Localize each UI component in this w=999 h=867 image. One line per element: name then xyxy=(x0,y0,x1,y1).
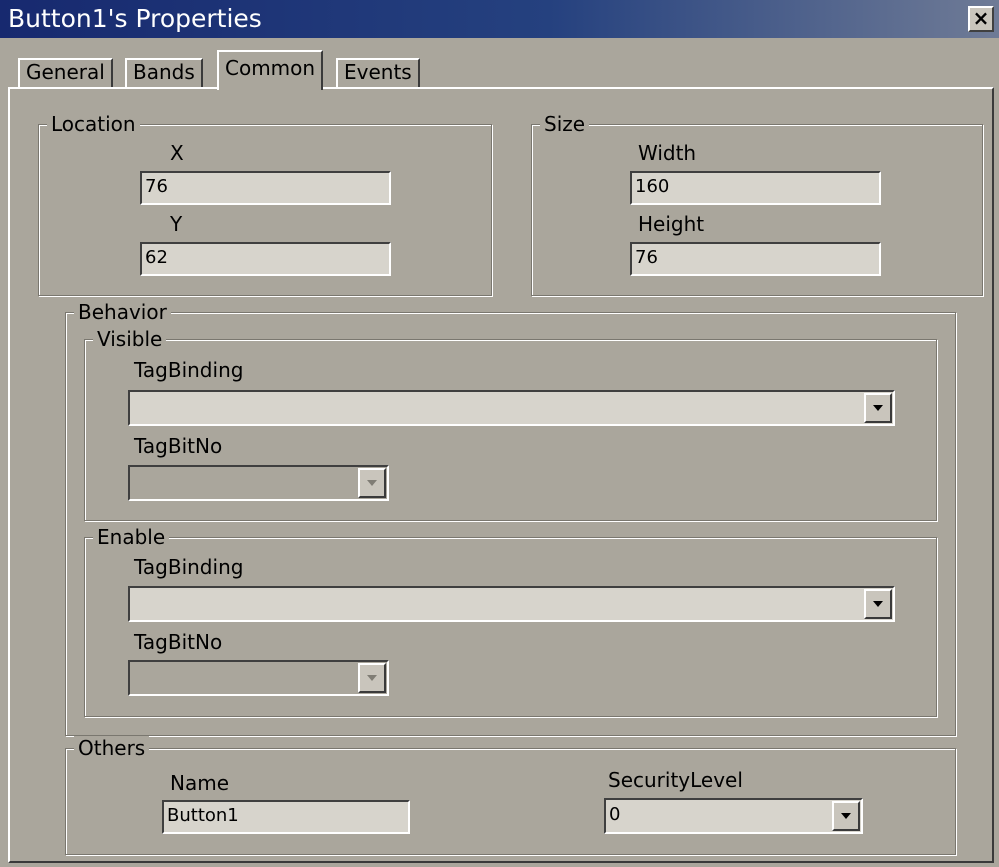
security-level-label: SecurityLevel xyxy=(608,768,743,792)
enable-group-label: Enable xyxy=(93,525,170,549)
tab-events[interactable]: Events xyxy=(336,58,420,88)
visible-tagbitno-dropdown-button[interactable] xyxy=(358,468,386,498)
visible-tagbitno-label: TagBitNo xyxy=(134,434,223,458)
y-label: Y xyxy=(170,212,183,236)
chevron-down-icon xyxy=(367,675,377,681)
visible-tagbinding-combo[interactable] xyxy=(128,390,895,426)
height-label: Height xyxy=(638,212,705,236)
chevron-down-icon xyxy=(873,601,883,607)
tab-common[interactable]: Common xyxy=(217,50,324,90)
size-group-label: Size xyxy=(540,112,590,136)
location-group-label: Location xyxy=(47,112,140,136)
name-label: Name xyxy=(170,771,230,795)
visible-tagbitno-combo[interactable] xyxy=(128,465,389,501)
visible-group-label: Visible xyxy=(93,327,167,351)
x-field[interactable]: 76 xyxy=(140,171,391,205)
tab-bands[interactable]: Bands xyxy=(125,58,203,88)
security-level-dropdown-button[interactable] xyxy=(832,801,860,831)
security-level-value: 0 xyxy=(609,804,621,825)
enable-tagbinding-label: TagBinding xyxy=(134,555,244,579)
height-field[interactable]: 76 xyxy=(630,242,881,276)
name-field[interactable]: Button1 xyxy=(162,800,410,834)
title-bar[interactable]: Button1's Properties × xyxy=(0,0,999,38)
y-field[interactable]: 62 xyxy=(140,242,391,276)
close-button[interactable]: × xyxy=(968,6,994,32)
security-level-combo[interactable]: 0 xyxy=(604,798,863,834)
chevron-down-icon xyxy=(841,813,851,819)
others-group-label: Others xyxy=(74,736,150,760)
window-title: Button1's Properties xyxy=(8,4,262,33)
enable-tagbinding-dropdown-button[interactable] xyxy=(864,589,892,619)
close-icon: × xyxy=(972,6,990,30)
x-label: X xyxy=(170,141,184,165)
visible-tagbinding-dropdown-button[interactable] xyxy=(864,393,892,423)
enable-tagbitno-dropdown-button[interactable] xyxy=(358,663,386,693)
width-label: Width xyxy=(638,141,697,165)
properties-dialog: Button1's Properties × General Bands Com… xyxy=(0,0,999,867)
enable-tagbitno-label: TagBitNo xyxy=(134,630,223,654)
tab-general[interactable]: General xyxy=(18,58,113,88)
behavior-group-label: Behavior xyxy=(74,300,171,324)
enable-tagbitno-combo[interactable] xyxy=(128,660,389,696)
width-field[interactable]: 160 xyxy=(630,171,881,205)
enable-tagbinding-combo[interactable] xyxy=(128,586,895,622)
visible-tagbinding-label: TagBinding xyxy=(134,358,244,382)
chevron-down-icon xyxy=(873,405,883,411)
chevron-down-icon xyxy=(367,480,377,486)
